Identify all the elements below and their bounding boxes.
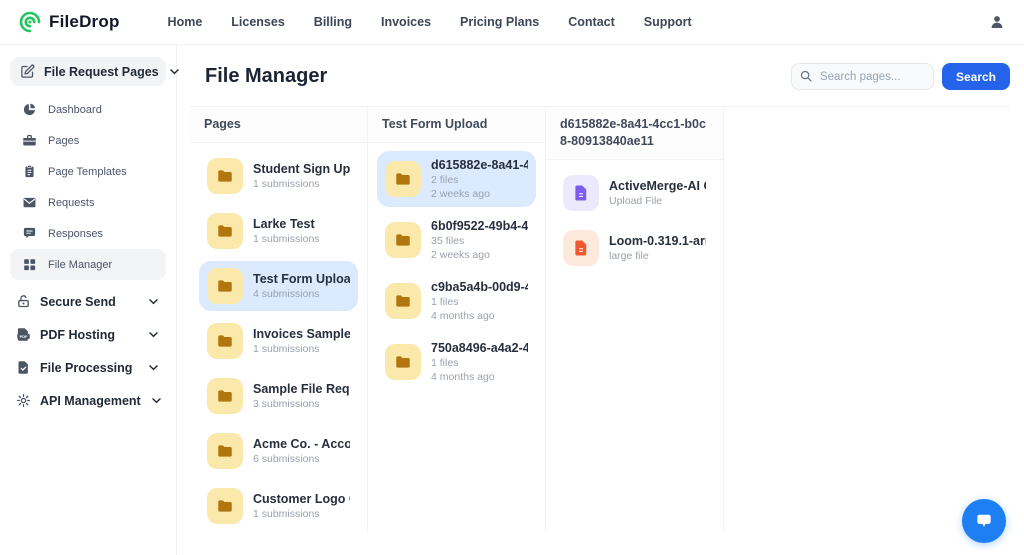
folder-icon [385, 343, 421, 380]
folder-entry[interactable]: 6b0f9522-49b4-41...35 files2 weeks ago [377, 212, 536, 268]
nav-link-contact[interactable]: Contact [568, 15, 615, 29]
gear-icon [16, 393, 31, 408]
sidebar-item-page-templates[interactable]: Page Templates [10, 156, 166, 187]
folder-icon [207, 157, 243, 194]
sidebar-item-file-manager[interactable]: File Manager [10, 249, 166, 280]
sidebar-items: Dashboard Pages Page Templates Requests … [10, 94, 166, 280]
briefcase-icon [22, 133, 37, 148]
column-body: d615882e-8a41-4c...2 files2 weeks ago 6b… [368, 143, 545, 532]
nav-links: Home Licenses Billing Invoices Pricing P… [168, 15, 692, 29]
sidebar-section-file-request-pages[interactable]: File Request Pages [10, 57, 166, 86]
chat-bubble-icon [974, 511, 994, 531]
columns-empty-space [724, 107, 1010, 532]
file-entry[interactable]: Loom-0.319.1-arm6...large file [555, 223, 714, 273]
clipboard-icon [22, 164, 37, 179]
folder-entry-selected[interactable]: d615882e-8a41-4c...2 files2 weeks ago [377, 150, 536, 207]
search-button[interactable]: Search [941, 63, 1010, 90]
sidebar-item-requests[interactable]: Requests [10, 187, 166, 218]
sidebar-item-responses[interactable]: Responses [10, 218, 166, 249]
nav-link-pricing-plans[interactable]: Pricing Plans [460, 15, 539, 29]
pdf-icon [16, 327, 31, 342]
chat-widget-button[interactable] [962, 499, 1006, 543]
file-entry[interactable]: ActiveMerge-AI OC...Upload File [555, 168, 714, 218]
sidebar-item-dashboard[interactable]: Dashboard [10, 94, 166, 125]
column-pages: Pages Student Sign Up Page1 submissions … [190, 107, 368, 532]
column-test-form-upload: Test Form Upload d615882e-8a41-4c...2 fi… [368, 107, 546, 532]
folder-entry-selected[interactable]: Test Form Upload 4 submissions [199, 260, 358, 311]
chevron-down-icon [150, 394, 163, 407]
column-header: Test Form Upload [368, 107, 545, 143]
lock-icon [16, 294, 31, 309]
top-navbar: FileDrop Home Licenses Billing Invoices … [0, 0, 1024, 45]
user-icon[interactable] [988, 13, 1006, 31]
folder-entry[interactable]: Student Sign Up Page1 submissions [199, 151, 358, 201]
sidebar-section-label: File Request Pages [44, 64, 159, 79]
sidebar-group-api-management[interactable]: API Management [10, 385, 166, 416]
nav-link-support[interactable]: Support [644, 15, 692, 29]
folder-entry[interactable]: Acme Co. - Account...6 submissions [199, 426, 358, 476]
brand-name: FileDrop [49, 12, 120, 31]
nav-link-invoices[interactable]: Invoices [381, 15, 431, 29]
file-icon-purple [563, 174, 599, 211]
column-header: d615882e-8a41-4cc1-b0c8-80913840ae11 [546, 107, 723, 160]
chat-icon [22, 226, 37, 241]
nav-link-home[interactable]: Home [168, 15, 203, 29]
search-icon [799, 69, 813, 83]
doc-check-icon [16, 360, 31, 375]
folder-icon [207, 322, 243, 359]
brand[interactable]: FileDrop [18, 10, 120, 34]
folder-icon [207, 212, 243, 249]
column-body: ActiveMerge-AI OC...Upload File Loom-0.3… [546, 160, 723, 532]
sidebar-item-pages[interactable]: Pages [10, 125, 166, 156]
sidebar: File Request Pages Dashboard Pages Page … [0, 45, 177, 555]
chevron-down-icon [147, 295, 160, 308]
folder-icon [207, 377, 243, 414]
chevron-down-icon [147, 361, 160, 374]
sidebar-group-file-processing[interactable]: File Processing [10, 352, 166, 383]
folder-icon [207, 267, 243, 304]
sidebar-group-secure-send[interactable]: Secure Send [10, 286, 166, 317]
folder-icon [385, 221, 421, 258]
page-title: File Manager [205, 65, 328, 87]
folder-icon [385, 160, 421, 197]
column-body: Student Sign Up Page1 submissions Larke … [190, 143, 367, 532]
folder-entry[interactable]: 750a8496-a4a2-4d...1 files4 months ago [377, 334, 536, 390]
mail-icon [22, 195, 37, 210]
chevron-down-icon [147, 328, 160, 341]
folder-entry[interactable]: Sample File Request3 submissions [199, 371, 358, 421]
column-submission-files: d615882e-8a41-4cc1-b0c8-80913840ae11 Act… [546, 107, 724, 532]
filedrop-logo-icon [18, 10, 42, 34]
main-header: File Manager Search [177, 45, 1024, 106]
file-icon-orange [563, 229, 599, 266]
main-content: File Manager Search Pages Student Sign U… [177, 45, 1024, 555]
nav-link-licenses[interactable]: Licenses [231, 15, 285, 29]
edit-page-icon [20, 64, 35, 79]
search-box [790, 63, 934, 90]
folder-entry[interactable]: Customer Logo Cre...1 submissions [199, 481, 358, 531]
folder-icon [207, 487, 243, 524]
column-header: Pages [190, 107, 367, 143]
folder-icon [207, 432, 243, 469]
folder-entry[interactable]: Invoices Sample Form1 submissions [199, 316, 358, 366]
nav-link-billing[interactable]: Billing [314, 15, 352, 29]
folder-icon [385, 282, 421, 319]
file-columns: Pages Student Sign Up Page1 submissions … [190, 106, 1010, 532]
folder-entry[interactable]: c9ba5a4b-00d9-4b...1 files4 months ago [377, 273, 536, 329]
grid-icon [22, 257, 37, 272]
sidebar-group-pdf-hosting[interactable]: PDF Hosting [10, 319, 166, 350]
folder-entry[interactable]: Larke Test 1 submissions [199, 206, 358, 256]
pie-chart-icon [22, 102, 37, 117]
